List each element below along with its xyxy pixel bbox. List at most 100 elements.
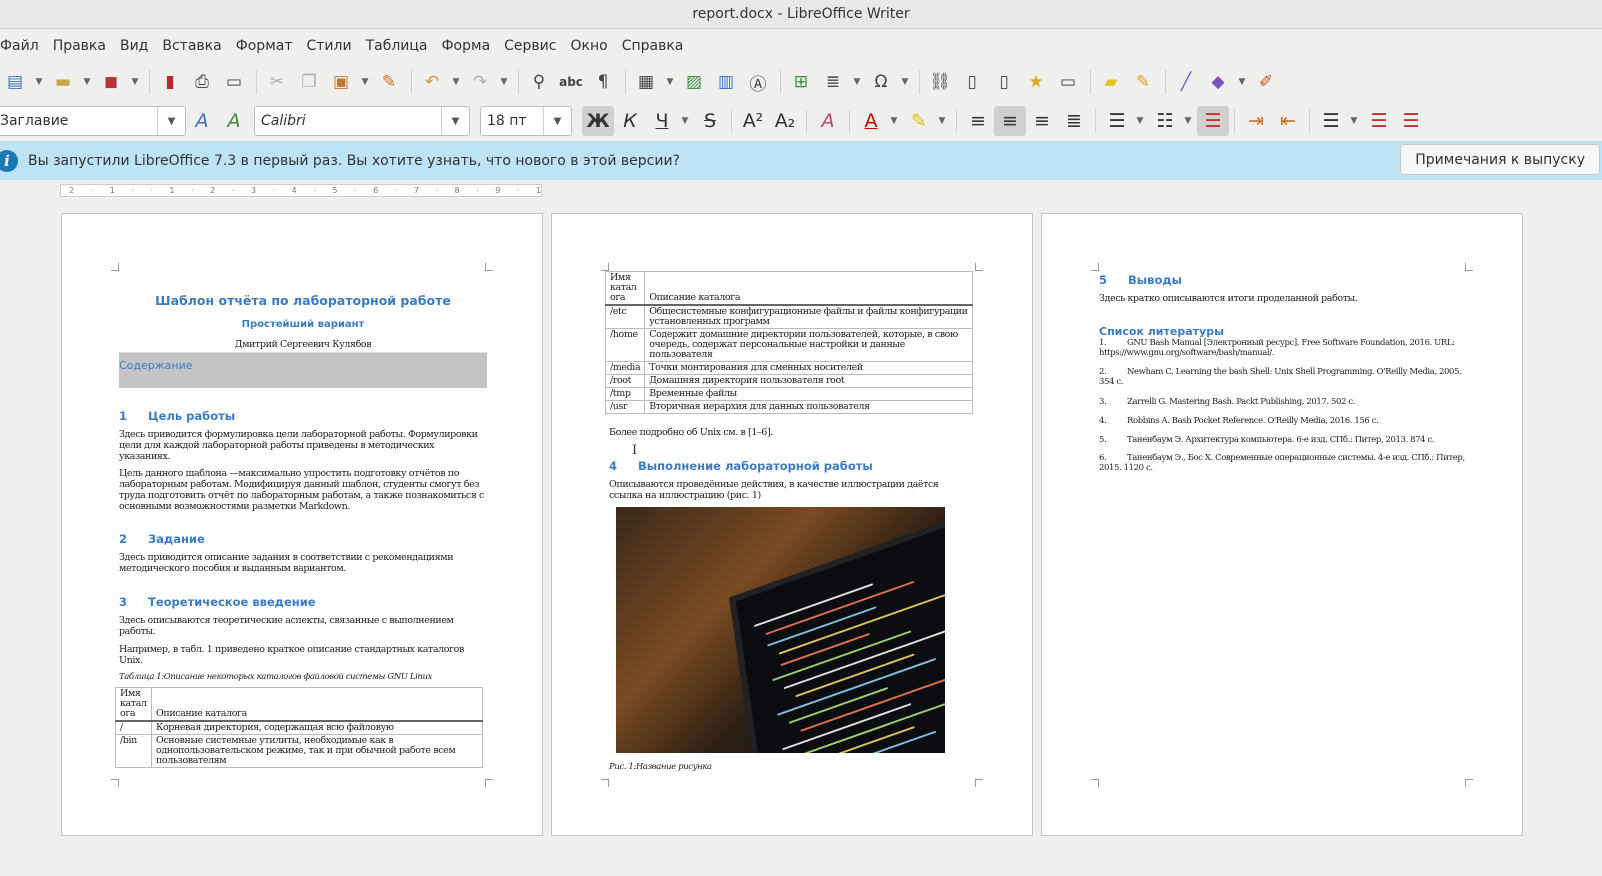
- insert-table-icon[interactable]: ▦: [631, 67, 661, 97]
- chevron-down-icon[interactable]: ▼: [441, 107, 469, 135]
- find-replace-icon[interactable]: ⚲: [524, 67, 554, 97]
- page-3[interactable]: 5 Выводы Здесь кратко описываются итоги …: [1041, 213, 1523, 836]
- line-spacing-icon[interactable]: ☰: [1315, 106, 1347, 136]
- chevron-down-icon[interactable]: ▼: [32, 67, 46, 97]
- cut-icon[interactable]: ✂: [262, 67, 292, 97]
- export-pdf-icon[interactable]: ▮: [155, 67, 185, 97]
- menu-edit[interactable]: Правка: [53, 38, 114, 54]
- menu-window[interactable]: Окно: [570, 38, 615, 54]
- redo-icon[interactable]: ↷: [465, 67, 495, 97]
- table-row[interactable]: / Корневая директория, содержащая всю фа…: [115, 720, 483, 735]
- track-changes-icon[interactable]: ✎: [1128, 67, 1158, 97]
- paragraph-spacing-increase-icon[interactable]: ☰: [1363, 106, 1395, 136]
- page-1[interactable]: Шаблон отчёта по лабораторной работе Про…: [61, 213, 543, 836]
- clone-formatting-icon[interactable]: ✎: [374, 67, 404, 97]
- insert-special-character-icon[interactable]: Ω: [866, 67, 896, 97]
- table-row[interactable]: /home Содержит домашние директории пользо…: [604, 328, 973, 362]
- chevron-down-icon[interactable]: ▼: [1347, 106, 1361, 136]
- menu-insert[interactable]: Вставка: [162, 38, 229, 54]
- catalog-table-part-1[interactable]: Имя катал ога Описание каталога / Корнев…: [115, 687, 483, 768]
- insert-textbox-icon[interactable]: Ⓐ: [743, 67, 773, 97]
- hyperlink-icon[interactable]: ⛓: [925, 67, 955, 97]
- paragraph-spacing-decrease-icon[interactable]: ☰: [1395, 106, 1427, 136]
- clear-formatting-icon[interactable]: A: [812, 106, 844, 136]
- line-icon[interactable]: ╱: [1171, 67, 1201, 97]
- chevron-down-icon[interactable]: ▼: [678, 106, 692, 136]
- update-style-icon[interactable]: A: [186, 106, 218, 136]
- font-name-select[interactable]: Calibri ▼: [254, 106, 470, 136]
- chevron-down-icon[interactable]: ▼: [497, 67, 511, 97]
- chevron-down-icon[interactable]: ▼: [1181, 106, 1195, 136]
- cross-reference-icon[interactable]: ▭: [1053, 67, 1083, 97]
- print-icon[interactable]: ⎙: [187, 67, 217, 97]
- decrease-indent-icon[interactable]: ⇤: [1272, 106, 1304, 136]
- menu-table[interactable]: Таблица: [366, 38, 436, 54]
- endnote-icon[interactable]: ▯: [989, 67, 1019, 97]
- align-right-icon[interactable]: ≡: [1026, 106, 1058, 136]
- open-folder-icon[interactable]: ▬: [48, 67, 78, 97]
- numbered-list-icon[interactable]: ☷: [1149, 106, 1181, 136]
- spelling-icon[interactable]: abc: [556, 67, 586, 97]
- basic-shapes-icon[interactable]: ◆: [1203, 67, 1233, 97]
- release-notes-button[interactable]: Примечания к выпуску: [1400, 144, 1600, 175]
- table-row[interactable]: /etc Общесистемные конфигурационные файлы…: [604, 304, 973, 329]
- insert-page-break-icon[interactable]: ⊞: [786, 67, 816, 97]
- formatting-marks-icon[interactable]: ¶: [588, 67, 618, 97]
- table-row[interactable]: /bin Основные системные утилиты, необход…: [115, 734, 483, 768]
- horizontal-ruler[interactable]: 2 · 1 · · 1 · 2 · 3 · 4 · 5 · 6 · 7 · 8 …: [0, 180, 1602, 200]
- insert-image-icon[interactable]: ▨: [679, 67, 709, 97]
- paste-icon[interactable]: ▣: [326, 67, 356, 97]
- draw-functions-icon[interactable]: ✐: [1251, 67, 1281, 97]
- subscript-icon[interactable]: A₂: [769, 106, 801, 136]
- chevron-down-icon[interactable]: ▼: [898, 67, 912, 97]
- new-document-icon[interactable]: ▤: [0, 67, 30, 97]
- insert-chart-icon[interactable]: ▥: [711, 67, 741, 97]
- chevron-down-icon[interactable]: ▼: [449, 67, 463, 97]
- page-2[interactable]: Имя катал ога Описание каталога /etc Обще…: [551, 213, 1033, 836]
- menu-tools[interactable]: Сервис: [504, 38, 564, 54]
- table-row[interactable]: /root Домашняя директория пользователя ro…: [604, 374, 973, 388]
- menu-styles[interactable]: Стили: [307, 38, 360, 54]
- comment-icon[interactable]: ▰: [1096, 67, 1126, 97]
- print-preview-icon[interactable]: ▭: [219, 67, 249, 97]
- font-size-select[interactable]: 18 пт ▼: [480, 106, 572, 136]
- underline-icon[interactable]: Ч: [646, 106, 678, 136]
- no-list-icon[interactable]: ☰: [1197, 106, 1229, 136]
- menu-view[interactable]: Вид: [120, 38, 156, 54]
- bullet-list-icon[interactable]: ☰: [1101, 106, 1133, 136]
- new-style-icon[interactable]: A: [218, 106, 250, 136]
- bold-icon[interactable]: Ж: [582, 106, 614, 136]
- chevron-down-icon[interactable]: ▼: [887, 106, 901, 136]
- align-left-icon[interactable]: ≡: [962, 106, 994, 136]
- increase-indent-icon[interactable]: ⇥: [1240, 106, 1272, 136]
- undo-icon[interactable]: ↶: [417, 67, 447, 97]
- chevron-down-icon[interactable]: ▼: [1133, 106, 1147, 136]
- table-row[interactable]: /tmp Временные файлы: [604, 387, 973, 401]
- figure-image[interactable]: [616, 507, 945, 753]
- menu-file[interactable]: Файл: [0, 38, 47, 54]
- save-icon[interactable]: ◼: [96, 67, 126, 97]
- chevron-down-icon[interactable]: ▼: [358, 67, 372, 97]
- chevron-down-icon[interactable]: ▼: [1235, 67, 1249, 97]
- paragraph-style-select[interactable]: Заглавие ▼: [0, 106, 186, 136]
- document-area[interactable]: Шаблон отчёта по лабораторной работе Про…: [0, 200, 1602, 876]
- italic-icon[interactable]: К: [614, 106, 646, 136]
- insert-field-icon[interactable]: ≣: [818, 67, 848, 97]
- justify-icon[interactable]: ≣: [1058, 106, 1090, 136]
- strikethrough-icon[interactable]: S: [694, 106, 726, 136]
- menu-form[interactable]: Форма: [442, 38, 499, 54]
- copy-icon[interactable]: ❐: [294, 67, 324, 97]
- chevron-down-icon[interactable]: ▼: [850, 67, 864, 97]
- chevron-down-icon[interactable]: ▼: [543, 107, 571, 135]
- table-row[interactable]: /usr Вторичная иерархия для данных пользо…: [604, 400, 973, 414]
- font-color-icon[interactable]: A: [855, 106, 887, 136]
- menu-help[interactable]: Справка: [622, 38, 692, 54]
- chevron-down-icon[interactable]: ▼: [663, 67, 677, 97]
- superscript-icon[interactable]: A²: [737, 106, 769, 136]
- bookmark-icon[interactable]: ★: [1021, 67, 1051, 97]
- toc-block[interactable]: Содержание: [119, 352, 487, 388]
- chevron-down-icon[interactable]: ▼: [157, 107, 185, 135]
- chevron-down-icon[interactable]: ▼: [935, 106, 949, 136]
- align-center-icon[interactable]: ≡: [994, 106, 1026, 136]
- menu-format[interactable]: Формат: [236, 38, 301, 54]
